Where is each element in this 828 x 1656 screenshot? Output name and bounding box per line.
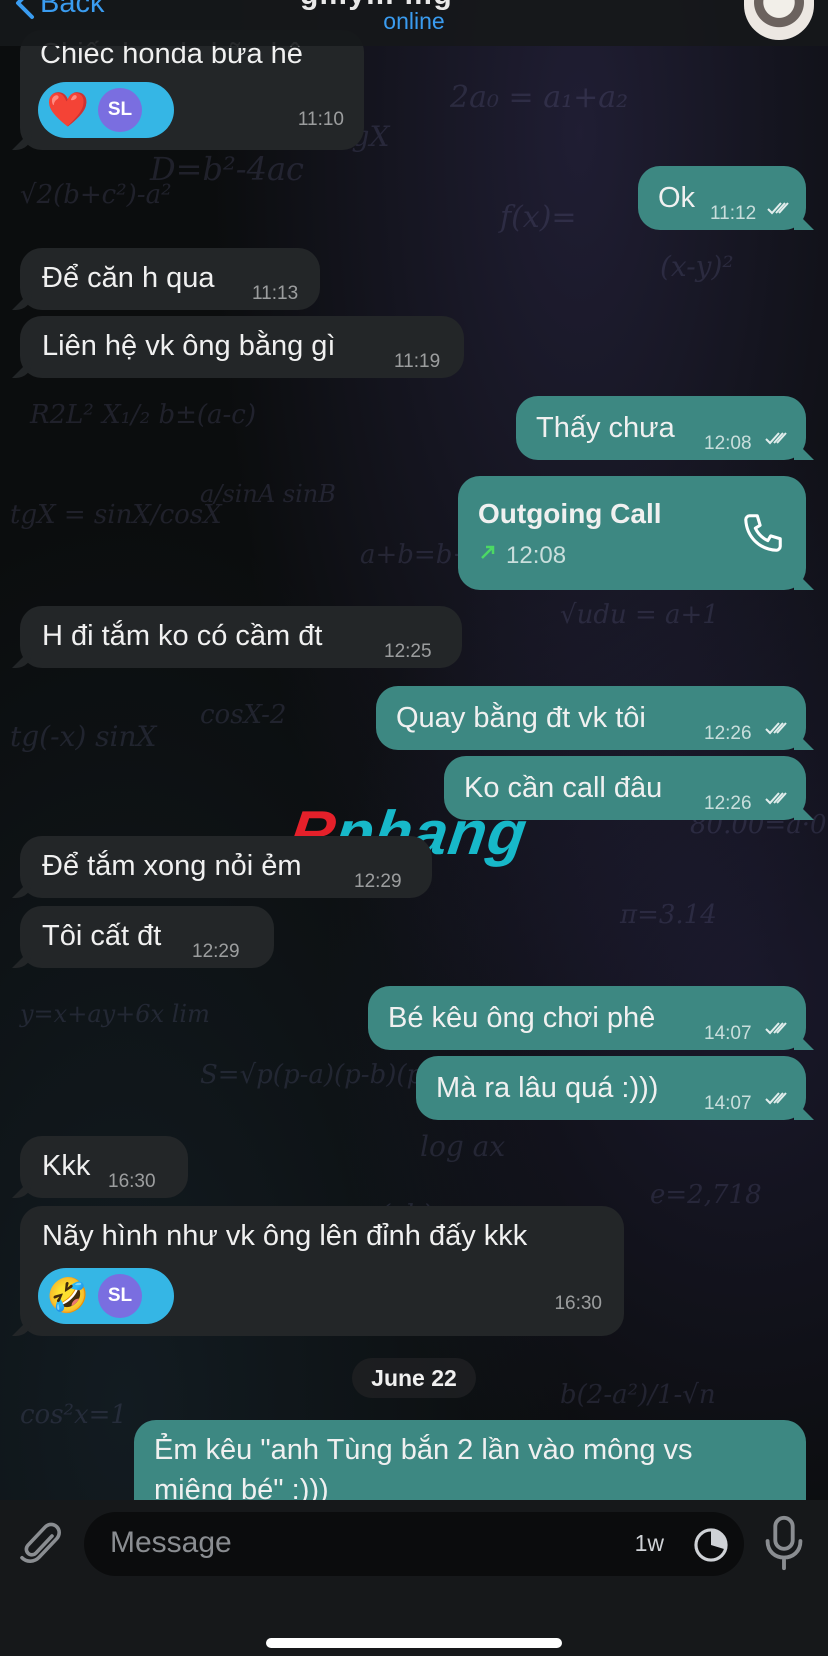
message-bubble[interactable]: Để tắm xong nỏi ẻm 12:29	[20, 836, 432, 898]
message-text: Liên hệ vk ông bằng gì	[42, 330, 336, 362]
double-check-icon	[767, 202, 789, 215]
message-text: Quay bằng đt vk tôi	[396, 702, 646, 734]
message-bubble[interactable]: Để căn h qua 11:13	[20, 248, 320, 310]
double-check-icon	[765, 1092, 787, 1105]
contact-status: online	[383, 8, 445, 34]
outgoing-arrow-icon	[481, 545, 495, 559]
microphone-icon[interactable]	[760, 1514, 808, 1572]
double-check-icon	[765, 432, 787, 445]
call-title: Outgoing Call	[478, 498, 662, 529]
double-check-icon	[765, 792, 787, 805]
date-separator: June 22	[352, 1358, 476, 1398]
message-time: 11:12	[710, 203, 757, 224]
heart-reaction-icon: ❤️	[46, 91, 90, 129]
message-time: 12:08	[704, 433, 752, 454]
message-bubble[interactable]: Thấy chưa 12:08	[516, 396, 806, 460]
message-text: Thấy chưa	[536, 412, 675, 444]
message-time: 11:19	[394, 351, 441, 372]
call-message-bubble[interactable]: Outgoing Call 12:08	[458, 476, 806, 590]
phone-icon[interactable]	[740, 510, 786, 556]
message-bubble[interactable]: Chiếc honda bữa hê ❤️ SL 11:10	[20, 30, 364, 150]
message-bubble[interactable]: Liên hệ vk ông bằng gì 11:19	[20, 316, 464, 378]
message-time: 14:07	[704, 1093, 752, 1114]
message-bubble[interactable]: Nãy hình như vk ông lên đỉnh đấy kkk 🤣 S…	[20, 1206, 624, 1336]
message-text: H đi tắm ko có cầm đt	[42, 620, 323, 652]
message-composer: Message 1w	[0, 1500, 828, 1656]
call-time: 12:08	[506, 542, 567, 569]
message-text: Ok	[658, 182, 696, 214]
double-check-icon	[765, 1022, 787, 1035]
reactor-avatar: SL	[98, 1274, 142, 1318]
message-time: 11:10	[297, 109, 344, 130]
message-time: 12:26	[704, 793, 752, 814]
message-text: Bé kêu ông chơi phê	[388, 1002, 656, 1034]
reaction-chip[interactable]: 🤣 SL	[38, 1268, 174, 1324]
message-bubble[interactable]: H đi tắm ko có cầm đt 12:25	[20, 606, 462, 668]
message-time: 16:30	[554, 1293, 602, 1314]
message-time: 11:13	[252, 283, 299, 304]
chat-header: Back g…y… …g online	[0, 0, 828, 46]
message-placeholder: Message	[110, 1526, 232, 1559]
message-text: Mà ra lâu quá :)))	[436, 1072, 659, 1104]
message-time: 16:30	[108, 1171, 156, 1192]
message-bubble[interactable]: Quay bằng đt vk tôi 12:26	[376, 686, 806, 750]
double-check-icon	[765, 722, 787, 735]
message-text: Nãy hình như vk ông lên đỉnh đấy kkk	[42, 1220, 528, 1252]
message-bubble[interactable]: Ok 11:12	[638, 166, 806, 230]
message-bubble[interactable]: Kkk 16:30	[20, 1136, 188, 1198]
paperclip-icon[interactable]	[18, 1518, 66, 1574]
laughing-reaction-icon: 🤣	[46, 1277, 90, 1315]
message-bubble[interactable]: Tôi cất đt 12:29	[20, 906, 274, 968]
message-time: 12:29	[192, 941, 240, 962]
message-text: Kkk	[42, 1150, 91, 1182]
message-text: Để căn h qua	[42, 262, 215, 294]
message-bubble[interactable]: Bé kêu ông chơi phê 14:07	[368, 986, 806, 1050]
message-text: Ẻm kêu "anh Tùng bắn 2 lần vào mông vs	[154, 1434, 693, 1466]
message-time: 14:07	[704, 1023, 752, 1044]
self-destruct-timer-icon[interactable]	[692, 1526, 730, 1564]
message-text: Để tắm xong nỏi ẻm	[42, 850, 302, 882]
message-bubble[interactable]: Mà ra lâu quá :))) 14:07	[416, 1056, 806, 1120]
chat-screen: 2a₀ = a₁+a₂ cosX+tgX D=b²-4ac √2(b+c²)-a…	[0, 0, 828, 1656]
message-time: 12:26	[704, 723, 752, 744]
reaction-chip[interactable]: ❤️ SL	[38, 82, 174, 138]
message-input[interactable]: Message 1w	[84, 1512, 744, 1576]
reactor-avatar: SL	[98, 88, 142, 132]
message-time: 12:29	[354, 871, 402, 892]
home-indicator	[266, 1638, 562, 1648]
message-time: 12:25	[384, 641, 432, 662]
message-text: Tôi cất đt	[42, 920, 162, 952]
timer-label: 1w	[634, 1530, 664, 1556]
